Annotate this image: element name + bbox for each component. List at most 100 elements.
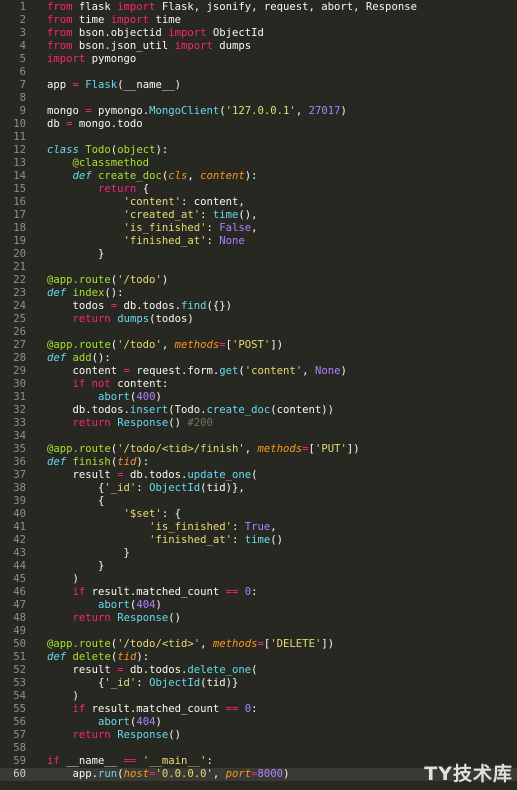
code-text: {	[47, 495, 104, 508]
code-token: import	[168, 27, 207, 39]
code-line[interactable]: 30 if not content:	[0, 378, 517, 391]
code-line[interactable]: 57 return Response()	[0, 729, 517, 742]
code-line[interactable]: 29 content = request.form.get('content',…	[0, 365, 517, 378]
code-line[interactable]: 33 return Response() #200	[0, 417, 517, 430]
code-token: dumps	[117, 313, 150, 325]
code-token: (content))	[270, 404, 335, 416]
line-number: 20	[13, 248, 26, 260]
code-token: ()	[270, 534, 284, 546]
code-line[interactable]: 14 def create_doc(cls, content):	[0, 170, 517, 183]
code-line[interactable]: 56 abort(404)	[0, 716, 517, 729]
code-line[interactable]: 25 return dumps(todos)	[0, 313, 517, 326]
code-token: def	[47, 287, 67, 299]
code-token: index	[72, 287, 105, 299]
code-line[interactable]: 12 class Todo(object):	[0, 144, 517, 157]
code-line[interactable]: 46 if result.matched_count == 0:	[0, 586, 517, 599]
code-text: @classmethod	[47, 157, 150, 170]
code-line[interactable]: 34	[0, 430, 517, 443]
code-token: db	[47, 118, 67, 130]
code-token: object	[117, 144, 156, 156]
code-line[interactable]: 9 mongo = pymongo.MongoClient('127.0.0.1'…	[0, 105, 517, 118]
code-line[interactable]: 55 if result.matched_count == 0:	[0, 703, 517, 716]
code-line[interactable]: 24 todos = db.todos.find({})	[0, 300, 517, 313]
code-token: 'content'	[123, 196, 181, 208]
code-token: ObjectId	[149, 677, 201, 689]
code-token: :	[206, 755, 213, 767]
code-line[interactable]: 58	[0, 742, 517, 755]
code-token: abort	[98, 599, 130, 611]
code-token: 27017	[308, 105, 341, 117]
code-token: ):	[136, 651, 150, 663]
code-line[interactable]: 3 from bson.objectid import ObjectId	[0, 27, 517, 40]
code-editor[interactable]: 1 from flask import Flask, jsonify, reque…	[0, 0, 517, 790]
code-line[interactable]: 13 @classmethod	[0, 157, 517, 170]
code-line[interactable]: 38 {'_id': ObjectId(tid)},	[0, 482, 517, 495]
code-line[interactable]: 6	[0, 66, 517, 79]
code-token: result.matched_count	[85, 586, 226, 598]
code-line[interactable]: 5 import pymongo	[0, 53, 517, 66]
line-number: 17	[13, 209, 26, 221]
code-line[interactable]: 4 from bson.json_util import dumps	[0, 40, 517, 53]
code-line[interactable]: 32 db.todos.insert(Todo.create_doc(conte…	[0, 404, 517, 417]
code-line[interactable]: 48 return Response()	[0, 612, 517, 625]
code-line[interactable]: 41 'is_finished': True,	[0, 521, 517, 534]
code-line[interactable]: 42 'finished_at': time()	[0, 534, 517, 547]
code-token: get	[219, 365, 239, 377]
code-token: ):	[155, 144, 169, 156]
code-line[interactable]: 19 'finished_at': None	[0, 235, 517, 248]
code-line[interactable]: 53 {'_id': ObjectId(tid)}	[0, 677, 517, 690]
code-text: return Response()	[47, 612, 181, 625]
line-number: 22	[13, 274, 26, 286]
code-line[interactable]: 26	[0, 326, 517, 339]
code-line[interactable]: 10 db = mongo.todo	[0, 118, 517, 131]
code-line[interactable]: 43 }	[0, 547, 517, 560]
code-line[interactable]: 31 abort(400)	[0, 391, 517, 404]
code-line[interactable]: 37 result = db.todos.update_one(	[0, 469, 517, 482]
code-line[interactable]: 45 )	[0, 573, 517, 586]
code-line[interactable]: 49	[0, 625, 517, 638]
code-line[interactable]: 8	[0, 92, 517, 105]
code-line[interactable]: 36 def finish(tid):	[0, 456, 517, 469]
code-text: def delete(tid):	[47, 651, 149, 664]
code-line[interactable]: 2 from time import time	[0, 14, 517, 27]
code-line[interactable]: 27 @app.route('/todo', methods=['POST'])	[0, 339, 517, 352]
code-text: result = db.todos.delete_one(	[47, 664, 258, 677]
code-token: ])	[321, 638, 335, 650]
line-number: 14	[13, 170, 26, 182]
code-token: (),	[238, 209, 258, 221]
code-line[interactable]: 15 return {	[0, 183, 517, 196]
code-token: : content,	[180, 196, 245, 208]
code-line[interactable]: 35 @app.route('/todo/<tid>/finish', metho…	[0, 443, 517, 456]
code-line[interactable]: 20 }	[0, 248, 517, 261]
code-token: ,	[302, 365, 315, 377]
code-line[interactable]: 40 '$set': {	[0, 508, 517, 521]
code-token: request.form.	[129, 365, 220, 377]
code-line[interactable]: 54 )	[0, 690, 517, 703]
code-token: host	[123, 768, 150, 780]
code-line[interactable]: 11	[0, 131, 517, 144]
code-token: 'finished_at'	[149, 534, 232, 546]
code-line[interactable]: 51 def delete(tid):	[0, 651, 517, 664]
code-text: if result.matched_count == 0:	[47, 703, 258, 716]
line-number: 51	[13, 651, 26, 663]
code-token: bson.objectid	[72, 27, 169, 39]
code-line[interactable]: 21	[0, 261, 517, 274]
code-line[interactable]: 16 'content': content,	[0, 196, 517, 209]
code-line[interactable]: 17 'created_at': time(),	[0, 209, 517, 222]
code-line[interactable]: 39 {	[0, 495, 517, 508]
line-number: 30	[13, 378, 26, 390]
code-line[interactable]: 52 result = db.todos.delete_one(	[0, 664, 517, 677]
code-token: '_id'	[104, 482, 137, 494]
code-token: result	[47, 664, 118, 676]
code-line[interactable]: 22 @app.route('/todo')	[0, 274, 517, 287]
code-line[interactable]: 50 @app.route('/todo/<tid>', methods=['DE…	[0, 638, 517, 651]
code-line[interactable]: 23 def index():	[0, 287, 517, 300]
code-line[interactable]: 47 abort(404)	[0, 599, 517, 612]
code-line[interactable]: 7 app = Flask(__name__)	[0, 79, 517, 92]
code-line[interactable]: 44 }	[0, 560, 517, 573]
code-line[interactable]: 1 from flask import Flask, jsonify, reque…	[0, 1, 517, 14]
code-line[interactable]: 18 'is_finished': False,	[0, 222, 517, 235]
code-line[interactable]: 28 def add():	[0, 352, 517, 365]
